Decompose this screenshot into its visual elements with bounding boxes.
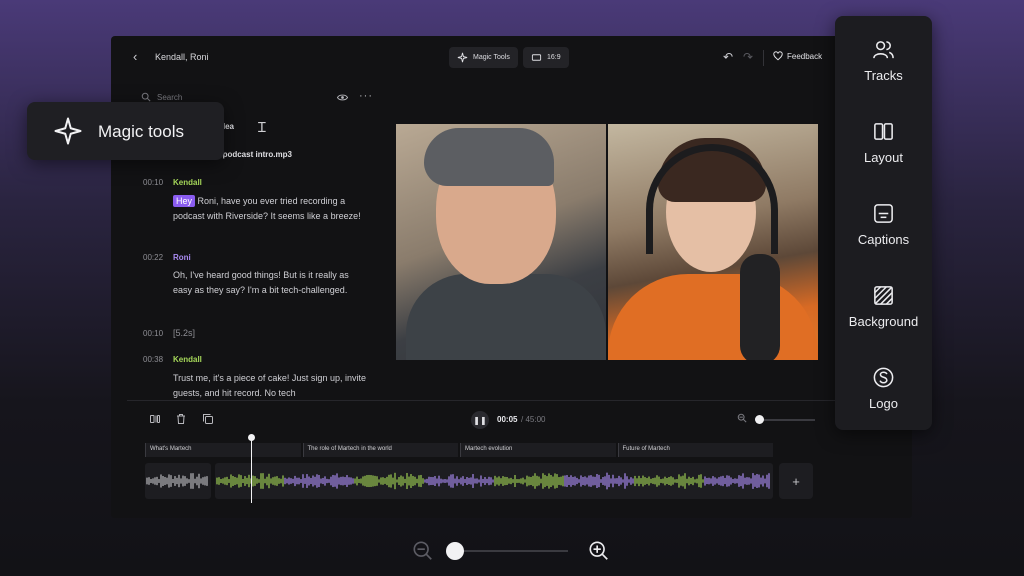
project-title: Kendall, Roni xyxy=(155,52,209,62)
audio-track-intro[interactable] xyxy=(145,463,211,499)
video-preview[interactable] xyxy=(396,124,818,360)
aspect-ratio-button[interactable]: 16:9 xyxy=(523,47,569,68)
canvas-zoom-knob[interactable] xyxy=(446,542,464,560)
zoom-out-icon[interactable] xyxy=(737,413,747,423)
search-icon xyxy=(141,92,151,102)
chapter-segment[interactable]: Future of Martech xyxy=(617,443,773,457)
back-button[interactable]: ‹ xyxy=(133,49,137,64)
redo-icon[interactable]: ↷ xyxy=(743,50,753,64)
search-input[interactable] xyxy=(157,93,307,102)
heart-icon xyxy=(773,51,783,61)
timeline-zoom-slider[interactable] xyxy=(755,415,815,424)
duplicate-icon[interactable] xyxy=(202,413,214,425)
sparkle-icon xyxy=(457,52,468,63)
panel-item-label: Logo xyxy=(869,396,898,411)
total-time: / 45:00 xyxy=(521,415,546,424)
header-divider xyxy=(763,50,764,66)
playhead[interactable] xyxy=(251,437,252,503)
magic-tools-popup[interactable]: Magic tools xyxy=(27,102,224,160)
captions-icon xyxy=(874,204,893,223)
aspect-ratio-icon xyxy=(531,54,542,61)
panel-item-background[interactable]: Background xyxy=(835,284,932,344)
panel-item-label: Tracks xyxy=(864,68,903,83)
highlighted-word[interactable]: Hey xyxy=(173,195,196,207)
zoom-out-icon[interactable] xyxy=(412,540,434,562)
waveform xyxy=(216,472,770,490)
more-options-icon[interactable]: ··· xyxy=(359,90,373,102)
sparkle-icon xyxy=(54,117,82,145)
transcript-speaker: Roni xyxy=(173,253,191,262)
text-cursor-icon: Ɪ xyxy=(258,119,266,135)
panel-item-label: Layout xyxy=(863,150,904,165)
eye-icon[interactable] xyxy=(337,92,348,103)
pause-button[interactable]: ❚❚ xyxy=(471,411,489,429)
trash-icon[interactable] xyxy=(175,413,187,425)
users-icon xyxy=(873,41,894,59)
transcript-text[interactable]: Trust me, it's a piece of cake! Just sig… xyxy=(173,371,369,401)
chapter-bar: What's Martech The role of Martech in th… xyxy=(145,443,773,457)
feedback-label: Feedback xyxy=(787,51,823,61)
canvas-zoom-slider[interactable] xyxy=(452,550,568,552)
panel-item-layout[interactable]: Layout xyxy=(835,120,932,180)
panel-item-logo[interactable]: Logo xyxy=(835,366,932,426)
panel-item-captions[interactable]: Captions xyxy=(835,202,932,262)
chapter-segment[interactable]: The role of Martech in the world xyxy=(302,443,458,457)
timeline: ❚❚ 00:05 / 45:00 What's Martech The role… xyxy=(127,400,912,518)
add-track-button[interactable]: + xyxy=(779,463,813,499)
zoom-in-icon[interactable] xyxy=(588,540,610,562)
aspect-ratio-label: 16:9 xyxy=(547,54,561,61)
transcript-speaker: Kendall xyxy=(173,178,202,187)
split-icon[interactable] xyxy=(149,413,161,425)
chapter-segment[interactable]: What's Martech xyxy=(145,443,301,457)
video-frame-kendall xyxy=(396,124,606,360)
playhead-handle[interactable] xyxy=(248,434,255,441)
transcript-text[interactable]: Hey Roni, have you ever tried recording … xyxy=(173,194,369,224)
transcript-speaker: Kendall xyxy=(173,355,202,364)
pause-duration[interactable]: [5.2s] xyxy=(173,326,369,341)
columns-icon xyxy=(874,123,893,140)
right-panel: Tracks Layout Captions Background Logo xyxy=(835,16,932,430)
transcript-text[interactable]: Oh, I've heard good things! But is it re… xyxy=(173,268,369,298)
canvas-zoom-control xyxy=(412,540,612,562)
audio-track-main[interactable] xyxy=(215,463,773,499)
magic-tools-popup-label: Magic tools xyxy=(98,122,184,141)
logo-icon xyxy=(873,367,894,388)
magic-tools-button[interactable]: Magic Tools xyxy=(449,47,518,68)
current-time: 00:05 xyxy=(497,415,518,424)
transcript-time: 00:10 xyxy=(143,178,164,187)
panel-item-tracks[interactable]: Tracks xyxy=(835,38,932,98)
transcript-time: 00:10 xyxy=(143,329,164,338)
transcript-time: 00:38 xyxy=(143,355,164,364)
chapter-segment[interactable]: Martech evolution xyxy=(460,443,616,457)
editor-window: ‹ Kendall, Roni Magic Tools 16:9 ↶ ↷ Fee… xyxy=(111,36,912,518)
panel-item-label: Captions xyxy=(857,232,910,247)
background-icon xyxy=(874,286,893,305)
waveform xyxy=(146,473,208,489)
file-subtitle: 's podcast intro.mp3 xyxy=(214,150,292,159)
magic-tools-label: Magic Tools xyxy=(473,54,510,61)
video-frame-roni xyxy=(608,124,818,360)
top-bar: ‹ Kendall, Roni Magic Tools 16:9 ↶ ↷ Fee… xyxy=(111,36,912,80)
transcript-time: 00:22 xyxy=(143,253,164,262)
undo-icon[interactable]: ↶ xyxy=(723,50,733,64)
timeline-zoom-knob[interactable] xyxy=(755,415,764,424)
panel-item-label: Background xyxy=(848,314,919,329)
feedback-button[interactable]: Feedback xyxy=(773,51,822,61)
